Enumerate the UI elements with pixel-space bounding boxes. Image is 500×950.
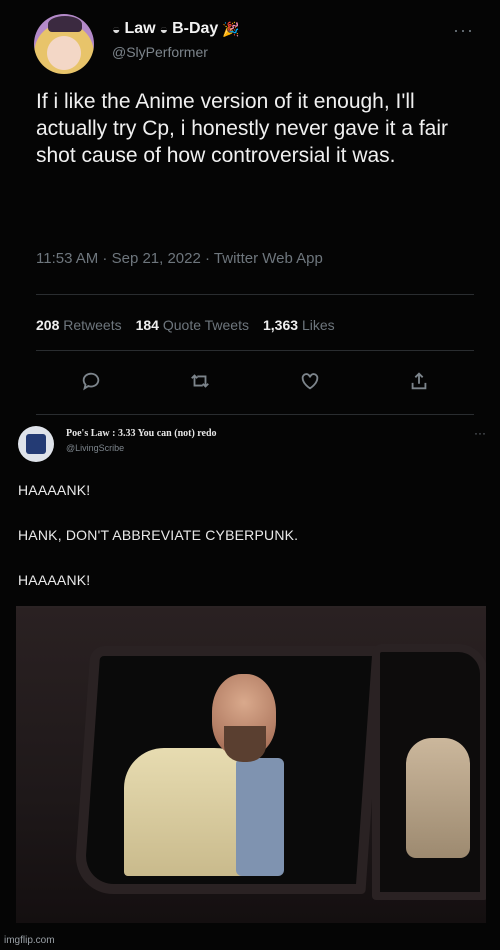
- retweets-count: 208: [36, 317, 60, 333]
- divider: [36, 294, 474, 295]
- party-icon: 🎉: [222, 20, 240, 37]
- reply-icon[interactable]: [78, 368, 104, 394]
- tweet-text: If i like the Anime version of it enough…: [36, 90, 449, 167]
- avatar[interactable]: [34, 14, 94, 74]
- retweet-icon[interactable]: [187, 368, 213, 394]
- meme-image: [16, 606, 486, 923]
- emoji-icon: ◒: [159, 21, 169, 37]
- divider: [36, 350, 474, 351]
- likes-label: Likes: [301, 317, 335, 333]
- reply-line: HAAAANK!: [18, 572, 91, 588]
- reply-handle[interactable]: @LivingScribe: [66, 443, 124, 453]
- avatar[interactable]: [18, 426, 54, 462]
- watermark-credit: imgflip.com: [4, 935, 55, 946]
- display-name-suffix: B-Day: [172, 20, 219, 37]
- reply-line: HAAAANK!: [18, 482, 91, 498]
- user-handle[interactable]: @SlyPerformer: [112, 44, 208, 60]
- quote-tweets-stat[interactable]: 184 Quote Tweets: [136, 317, 249, 333]
- man-shirt: [236, 758, 284, 876]
- tweet-actions: [36, 368, 474, 394]
- like-icon[interactable]: [297, 368, 323, 394]
- divider: [36, 414, 474, 415]
- emoji-icon: ◒: [112, 21, 121, 37]
- more-options-icon[interactable]: ···: [453, 20, 474, 41]
- quote-tweets-label: Quote Tweets: [162, 317, 249, 333]
- display-name[interactable]: ◒ Law ◒ B-Day 🎉: [112, 20, 240, 38]
- quote-tweets-count: 184: [135, 317, 159, 333]
- tweet-stats: 208 Retweets 184 Quote Tweets 1,363 Like…: [36, 317, 335, 333]
- man-beard: [224, 726, 266, 762]
- likes-count: 1,363: [263, 317, 299, 333]
- display-name-text: Law: [124, 20, 156, 37]
- more-options-icon[interactable]: ···: [474, 426, 486, 440]
- tweet-metadata: 11:53 AM · Sep 21, 2022 · Twitter Web Ap…: [36, 250, 323, 267]
- likes-stat[interactable]: 1,363 Likes: [263, 317, 335, 333]
- reply-line: HANK, DON'T ABBREVIATE CYBERPUNK.: [18, 527, 299, 543]
- share-icon[interactable]: [406, 368, 432, 394]
- retweets-stat[interactable]: 208 Retweets: [36, 317, 122, 333]
- car-seat: [406, 738, 470, 858]
- reply-display-name[interactable]: Poe's Law : 3.33 You can (not) redo: [66, 428, 217, 439]
- retweets-label: Retweets: [63, 317, 122, 333]
